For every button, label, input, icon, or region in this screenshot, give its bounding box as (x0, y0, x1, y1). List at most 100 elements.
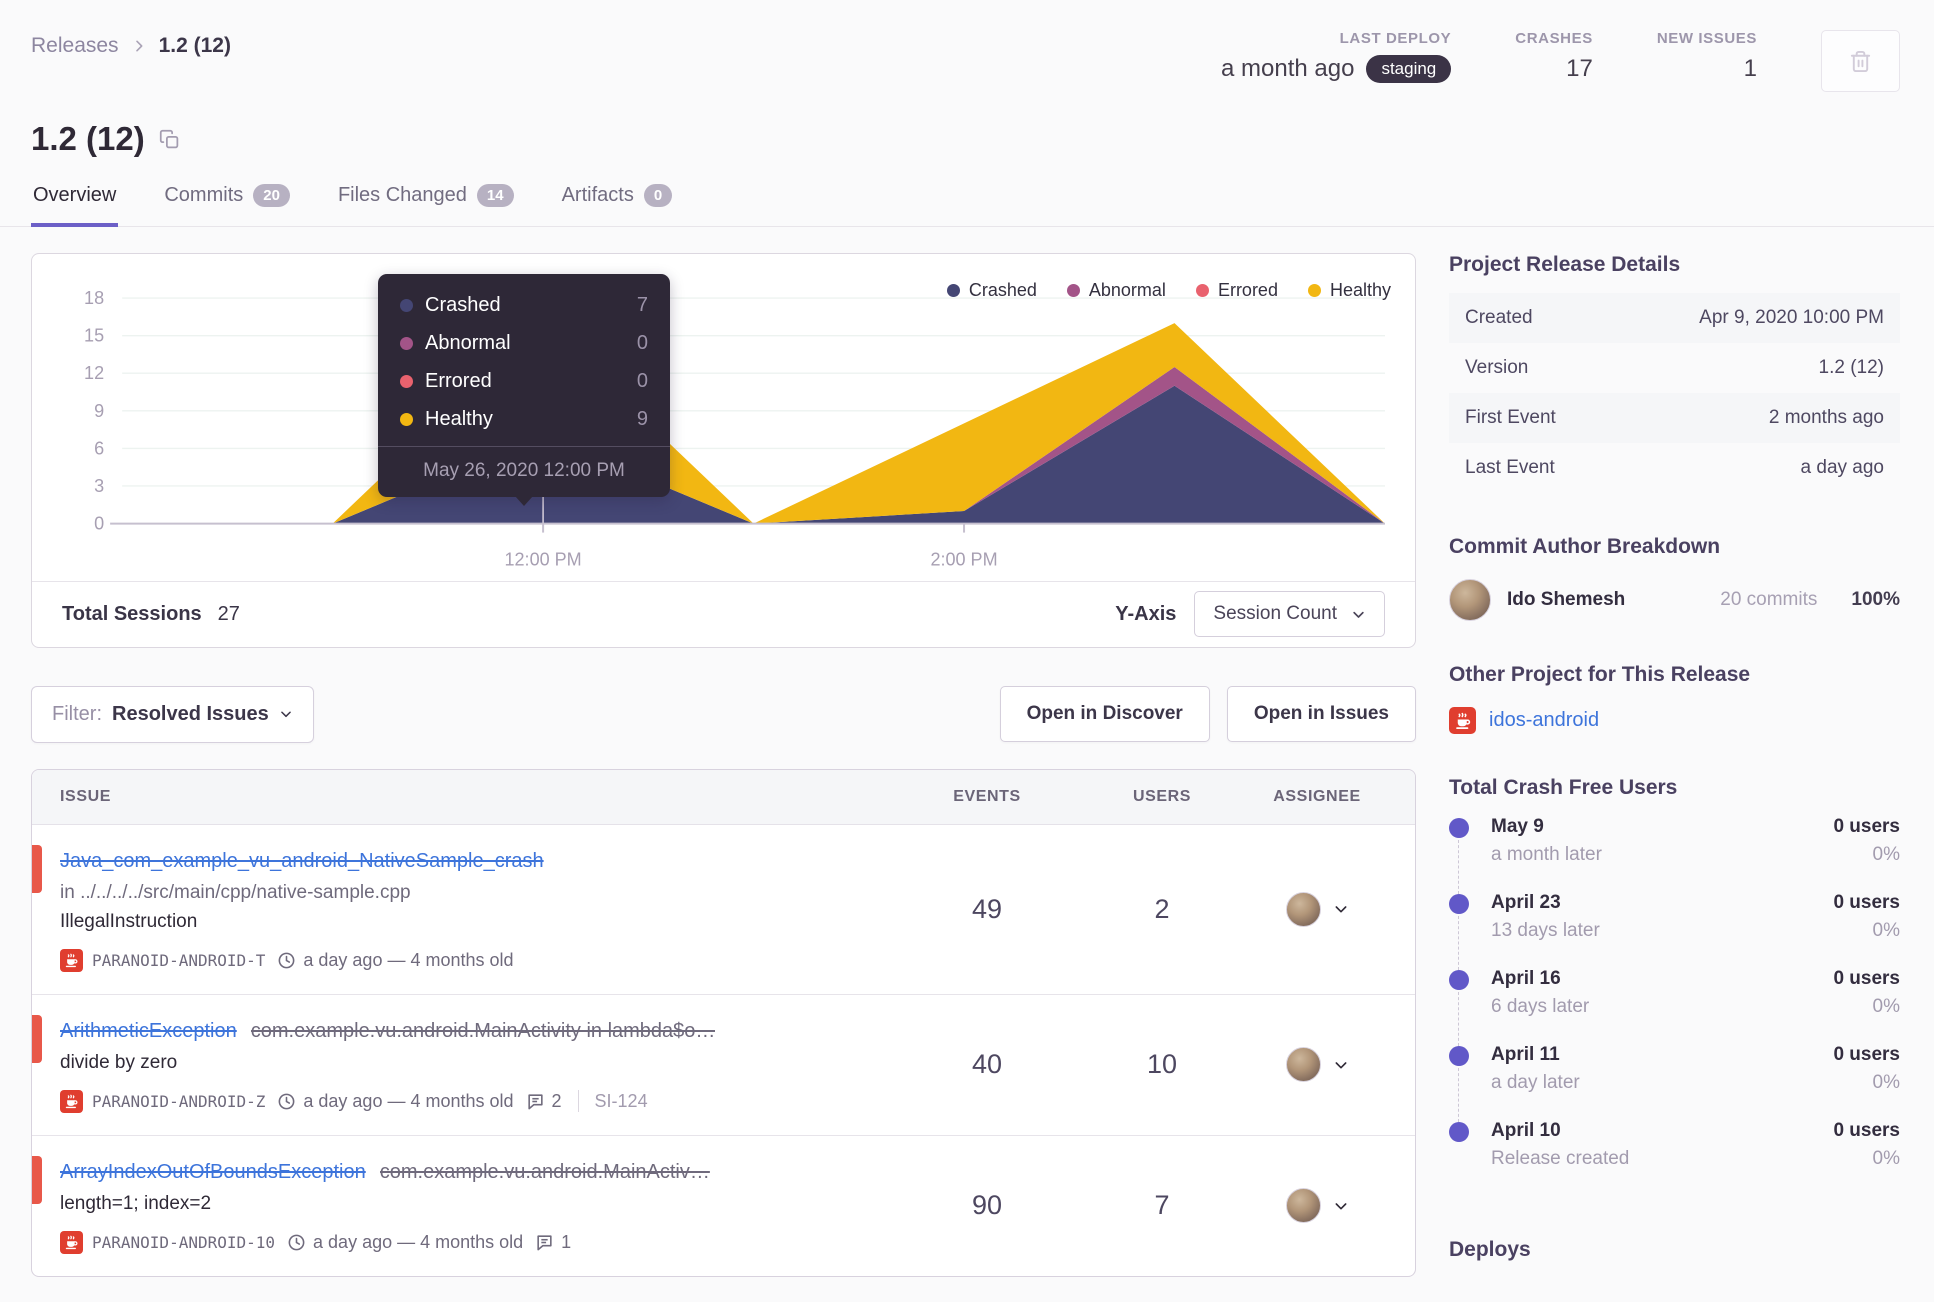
crashes-label: CRASHES (1515, 30, 1593, 47)
detail-row: First Event 2 months ago (1449, 393, 1900, 443)
crashes-stat: CRASHES 17 (1515, 30, 1593, 83)
release-sidebar: Project Release Details Created Apr 9, 20… (1449, 253, 1900, 1278)
timeline-item: April 11 a day later 0 users 0% (1449, 1044, 1900, 1122)
issue-comments[interactable]: 1 (535, 1232, 571, 1253)
error-level-indicator (32, 1155, 42, 1204)
issue-comments[interactable]: 2 (526, 1091, 562, 1112)
open-in-discover-button[interactable]: Open in Discover (999, 686, 1210, 743)
project-badge[interactable]: PARANOID-ANDROID-Z (60, 1089, 265, 1113)
environment-badge: staging (1366, 55, 1452, 83)
section-heading: Total Crash Free Users (1449, 776, 1678, 799)
timeline-item: April 16 6 days later 0 users 0% (1449, 968, 1900, 1046)
tab-overview[interactable]: Overview (31, 184, 119, 227)
assignee-dropdown[interactable] (1247, 891, 1387, 927)
other-project-section: Other Project for This Release idos-andr… (1449, 663, 1900, 734)
timeline-dot-icon (1449, 894, 1469, 914)
issue-message: divide by zero (60, 1051, 178, 1073)
deploys-section: Deploys (1449, 1238, 1900, 1262)
new-issues-value: 1 (1743, 55, 1757, 82)
commit-author-breakdown-section: Commit Author Breakdown Ido Shemesh 20 c… (1449, 535, 1900, 621)
java-platform-icon (60, 948, 83, 972)
clock-icon (287, 1233, 306, 1252)
chevron-down-icon (1333, 1198, 1349, 1214)
other-project-link[interactable]: idos-android (1489, 709, 1599, 732)
svg-text:0: 0 (94, 514, 104, 534)
column-events: EVENTS (953, 787, 1021, 805)
legend-healthy[interactable]: Healthy (1307, 280, 1391, 301)
java-platform-icon (1449, 707, 1476, 734)
header-stats: LAST DEPLOY a month ago staging CRASHES … (1221, 30, 1900, 92)
author-name: Ido Shemesh (1507, 589, 1626, 610)
title-row: 1.2 (12) (0, 92, 1934, 158)
legend-abnormal[interactable]: Abnormal (1066, 280, 1166, 301)
clock-icon (277, 951, 296, 970)
project-badge[interactable]: PARANOID-ANDROID-10 (60, 1230, 275, 1254)
issue-row: ArrayIndexOutOfBoundsException com.examp… (32, 1136, 1415, 1276)
author-percent: 100% (1851, 589, 1900, 610)
total-sessions-value: 27 (217, 602, 240, 625)
tab-files-changed[interactable]: Files Changed 14 (336, 184, 516, 227)
svg-text:12:00 PM: 12:00 PM (505, 550, 582, 570)
legend-errored[interactable]: Errored (1195, 280, 1278, 301)
comment-icon (526, 1092, 545, 1111)
tooltip-timestamp: May 26, 2020 12:00 PM (378, 446, 670, 497)
issue-row: Java_com_example_vu_android_NativeSample… (32, 825, 1415, 995)
issue-age: a day ago — 4 months old (277, 950, 514, 971)
crashed-dot-icon (946, 284, 960, 297)
abnormal-dot-icon (400, 337, 413, 350)
topbar: Releases 1.2 (12) LAST DEPLOY a month ag… (0, 0, 1934, 92)
assignee-dropdown[interactable] (1247, 1047, 1387, 1083)
issue-title-link[interactable]: ArithmeticException (60, 1017, 237, 1045)
issues-toolbar: Filter: Resolved Issues Open in Discover… (31, 685, 1416, 743)
issue-message: IllegalInstruction (60, 910, 198, 932)
breadcrumb-releases-link[interactable]: Releases (31, 34, 119, 58)
yaxis-label: Y-Axis (1115, 602, 1177, 625)
chart-tooltip: Crashed 7 Abnormal 0 Errored 0 Healthy 9 May… (378, 274, 670, 506)
column-assignee: ASSIGNEE (1273, 787, 1361, 805)
healthy-dot-icon (1307, 284, 1321, 297)
chevron-down-icon (1351, 607, 1366, 622)
timeline-dot-icon (1449, 1122, 1469, 1142)
section-heading: Project Release Details (1449, 253, 1681, 276)
chevron-down-icon (1333, 1057, 1349, 1073)
section-heading: Other Project for This Release (1449, 663, 1751, 686)
open-in-issues-button[interactable]: Open in Issues (1226, 686, 1416, 743)
legend-crashed[interactable]: Crashed (946, 280, 1037, 301)
project-badge[interactable]: PARANOID-ANDROID-T (60, 948, 265, 972)
errored-dot-icon (400, 375, 413, 388)
issue-age: a day ago — 4 months old (287, 1232, 523, 1253)
java-platform-icon (60, 1089, 83, 1113)
issue-title-link[interactable]: ArrayIndexOutOfBoundsException (60, 1158, 366, 1186)
stacked-area-chart: 0 3 6 9 12 15 18 12:00 PM 2:00 PM (84, 288, 1385, 570)
assignee-avatar (1285, 891, 1321, 927)
delete-release-button[interactable] (1821, 30, 1900, 92)
yaxis-select[interactable]: Session Count (1194, 591, 1385, 638)
issue-message: length=1; index=2 (60, 1192, 212, 1214)
files-changed-count-badge: 14 (476, 184, 514, 207)
session-chart[interactable]: Crashed Abnormal Errored Healthy 0 3 6 9 12 1… (52, 268, 1395, 577)
healthy-dot-icon (400, 413, 413, 426)
tab-commits[interactable]: Commits 20 (162, 184, 292, 227)
issues-filter-dropdown[interactable]: Filter: Resolved Issues (31, 685, 314, 743)
release-detail-page: Releases 1.2 (12) LAST DEPLOY a month ag… (0, 0, 1934, 1302)
issue-title-link[interactable]: Java_com_example_vu_android_NativeSample… (60, 847, 544, 875)
issue-events-count: 49 (971, 893, 1003, 924)
svg-text:3: 3 (94, 476, 104, 496)
new-issues-stat: NEW ISSUES 1 (1657, 30, 1757, 83)
section-heading: Deploys (1449, 1238, 1531, 1261)
copy-version-button[interactable] (159, 129, 180, 150)
issue-age: a day ago — 4 months old (277, 1091, 514, 1112)
error-level-indicator (32, 844, 42, 893)
assignee-dropdown[interactable] (1247, 1188, 1387, 1224)
last-deploy-stat: LAST DEPLOY a month ago staging (1221, 30, 1452, 83)
issue-location: in ../../../../src/main/cpp/native-sampl… (60, 881, 411, 903)
assignee-avatar (1285, 1047, 1321, 1083)
total-sessions-label: Total Sessions (62, 602, 202, 625)
issue-annotation-link[interactable]: SI-124 (595, 1091, 648, 1112)
tab-artifacts[interactable]: Artifacts 0 (560, 184, 675, 227)
issue-events-count: 90 (971, 1190, 1003, 1221)
tooltip-caret (515, 496, 533, 506)
issue-culprit: com.example.vu.android.MainActivity in l… (250, 1019, 716, 1042)
project-release-details-section: Project Release Details Created Apr 9, 20… (1449, 253, 1900, 493)
last-deploy-value: a month ago (1221, 55, 1355, 82)
